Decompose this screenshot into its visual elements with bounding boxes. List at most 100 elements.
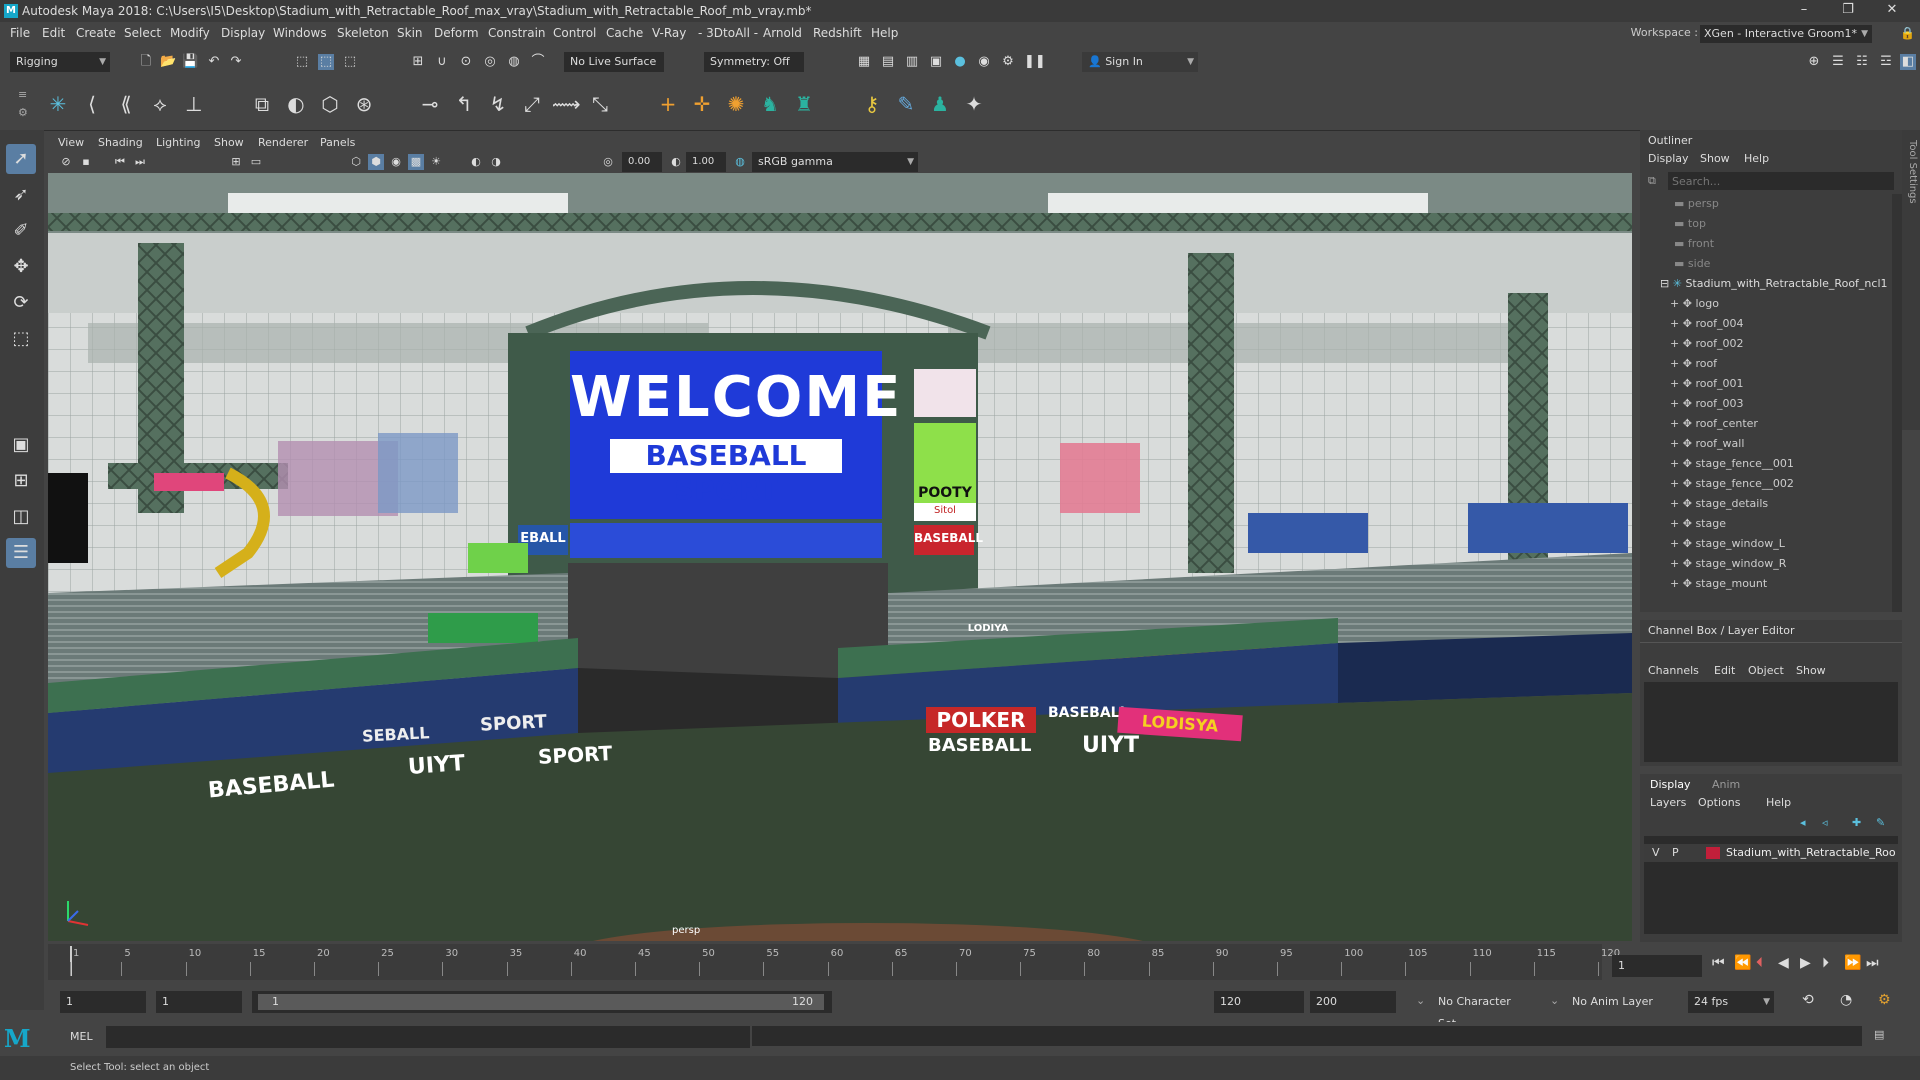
snap-point-icon[interactable]: ⊙ xyxy=(458,54,474,70)
tool-settings-tab[interactable]: Tool Settings xyxy=(1902,130,1920,430)
lasso-tool-icon[interactable]: ➶ xyxy=(6,180,36,210)
outliner-camera-side[interactable]: ▬ side xyxy=(1640,254,1892,274)
open-scene-icon[interactable]: 📂 xyxy=(160,54,176,70)
sign-in-button[interactable]: 👤 Sign In ▼ xyxy=(1082,52,1198,72)
select-object-icon[interactable]: ⬚ xyxy=(318,54,334,70)
channel-menu-channels[interactable]: Channels xyxy=(1648,664,1699,677)
loop-icon[interactable]: ⟲ xyxy=(1802,992,1814,1008)
pole-vector-icon[interactable]: ⤡ xyxy=(586,90,614,118)
layer-color-swatch[interactable] xyxy=(1706,847,1720,859)
scale-constraint-icon[interactable]: ⤢ xyxy=(518,90,546,118)
menu-cache[interactable]: Cache xyxy=(606,26,643,40)
outliner-item[interactable]: + ✥ stage xyxy=(1640,514,1892,534)
menu-help[interactable]: Help xyxy=(871,26,898,40)
chevron-down-icon[interactable]: ⌄ xyxy=(1550,994,1559,1007)
paint-select-tool-icon[interactable]: ✐ xyxy=(6,216,36,246)
expand-icon[interactable]: + xyxy=(1670,557,1679,570)
hypershade-icon[interactable]: ● xyxy=(952,54,968,70)
hik-character-icon[interactable]: ♞ xyxy=(756,90,784,118)
set-driven-key-icon[interactable]: ⚷ xyxy=(858,90,886,118)
expand-icon[interactable]: + xyxy=(1670,457,1679,470)
expand-icon[interactable]: + xyxy=(1670,497,1679,510)
orient-constraint-icon[interactable]: ↯ xyxy=(484,90,512,118)
outliner-menu-help[interactable]: Help xyxy=(1744,152,1769,165)
shadows-icon[interactable]: ◐ xyxy=(468,154,484,170)
outliner-item[interactable]: + ✥ stage_fence__002 xyxy=(1640,474,1892,494)
play-backward-icon[interactable]: ◀ xyxy=(1778,955,1789,971)
menu-edit[interactable]: Edit xyxy=(42,26,65,40)
render-view-icon[interactable]: ◉ xyxy=(976,54,992,70)
panel-menu-show[interactable]: Show xyxy=(214,136,244,149)
exposure-field[interactable]: 0.00 xyxy=(622,152,662,172)
expand-icon[interactable]: + xyxy=(1670,537,1679,550)
step-forward-key-icon[interactable]: ⏩ xyxy=(1844,955,1861,971)
menu-create[interactable]: Create xyxy=(76,26,116,40)
menu-control[interactable]: Control xyxy=(553,26,596,40)
color-management-icon[interactable]: ◍ xyxy=(732,154,748,170)
layer-up-icon[interactable]: ◂ xyxy=(1800,816,1806,829)
wireframe-icon[interactable]: ⬡ xyxy=(348,154,364,170)
preferences-icon[interactable]: ⚙ xyxy=(1878,992,1891,1008)
expand-icon[interactable]: + xyxy=(1670,337,1679,350)
mel-label[interactable]: MEL xyxy=(70,1030,93,1043)
lattice-icon[interactable]: ⬡ xyxy=(316,90,344,118)
attribute-editor-icon[interactable]: ☰ xyxy=(1830,54,1846,70)
panel-menu-view[interactable]: View xyxy=(58,136,84,149)
bind-skin-icon[interactable]: ⧉ xyxy=(248,90,276,118)
auto-key-icon[interactable]: ◔ xyxy=(1840,992,1852,1008)
select-component-icon[interactable]: ⬚ xyxy=(342,54,358,70)
expand-icon[interactable]: + xyxy=(1670,477,1679,490)
menu-windows[interactable]: Windows xyxy=(273,26,327,40)
layer-down-icon[interactable]: ◃ xyxy=(1822,816,1828,829)
outliner-menu-show[interactable]: Show xyxy=(1700,152,1730,165)
step-back-frame-icon[interactable]: ⏴ xyxy=(1756,955,1763,971)
smooth-shade-icon[interactable]: ⬢ xyxy=(368,154,384,170)
tab-anim[interactable]: Anim xyxy=(1712,778,1740,791)
snap-view-icon[interactable]: ◎ xyxy=(482,54,498,70)
menu-constrain[interactable]: Constrain xyxy=(488,26,546,40)
render-sequence-icon[interactable]: ▤ xyxy=(880,54,896,70)
panel-menu-panels[interactable]: Panels xyxy=(320,136,355,149)
anim-layer-select[interactable]: No Anim Layer xyxy=(1566,991,1656,1013)
save-scene-icon[interactable]: 💾 xyxy=(182,54,198,70)
ambient-occlusion-icon[interactable]: ◑ xyxy=(488,154,504,170)
minimize-icon[interactable]: – xyxy=(1784,2,1824,20)
pause-render-icon[interactable]: ❚❚ xyxy=(1024,54,1046,70)
panel-menu-shading[interactable]: Shading xyxy=(98,136,143,149)
end-time-field[interactable]: 200 xyxy=(1310,991,1396,1013)
scale-tool-icon[interactable]: ⬚ xyxy=(6,324,36,354)
outliner-item[interactable]: + ✥ stage_details xyxy=(1640,494,1892,514)
menu-select[interactable]: Select xyxy=(124,26,161,40)
menu-modify[interactable]: Modify xyxy=(170,26,210,40)
expand-icon[interactable]: + xyxy=(1670,297,1679,310)
outliner-item[interactable]: + ✥ stage_window_R xyxy=(1640,554,1892,574)
shelf-settings-icon[interactable]: ⚙ xyxy=(18,106,28,119)
menu-skin[interactable]: Skin xyxy=(397,26,423,40)
menu-redshift[interactable]: Redshift xyxy=(813,26,862,40)
tool-settings-icon[interactable]: ☷ xyxy=(1854,54,1870,70)
symmetry-select[interactable]: Symmetry: Off xyxy=(704,52,804,72)
aim-constraint-icon[interactable]: ⟿ xyxy=(552,90,581,118)
outliner-item[interactable]: + ✥ roof_001 xyxy=(1640,374,1892,394)
menu-file[interactable]: File xyxy=(10,26,30,40)
menu-3dtoall[interactable]: - 3DtoAll - xyxy=(698,26,758,40)
new-layer-icon[interactable]: ✚ xyxy=(1852,816,1861,829)
grid-toggle-icon[interactable]: ⊞ xyxy=(228,154,244,170)
exposure-icon[interactable]: ◎ xyxy=(600,154,616,170)
viewport-persp[interactable]: WELCOME BASEBALL SPORT POOTY Sitol EBALL… xyxy=(48,173,1632,941)
ik-handle-icon[interactable]: ⟨ xyxy=(78,90,106,118)
live-surface-field[interactable]: No Live Surface xyxy=(564,52,664,72)
gamma-icon[interactable]: ◐ xyxy=(668,154,684,170)
move-pin-icon[interactable]: ✦ xyxy=(960,90,988,118)
fps-select[interactable]: 24 fps ▼ xyxy=(1688,991,1774,1013)
hik-controls-icon[interactable]: ♟ xyxy=(926,90,954,118)
outliner-camera-top[interactable]: ▬ top xyxy=(1640,214,1892,234)
expand-icon[interactable]: + xyxy=(1670,517,1679,530)
collapse-icon[interactable]: ⊟ xyxy=(1660,277,1669,290)
snap-edge-icon[interactable]: ⌒ xyxy=(530,54,546,70)
gamma-field[interactable]: 1.00 xyxy=(686,152,726,172)
ipr-render-icon[interactable]: ▥ xyxy=(904,54,920,70)
channel-menu-edit[interactable]: Edit xyxy=(1714,664,1735,677)
parent-constraint-icon[interactable]: ⊸ xyxy=(416,90,444,118)
shelf-menu-icon[interactable]: ≡ xyxy=(18,88,27,101)
